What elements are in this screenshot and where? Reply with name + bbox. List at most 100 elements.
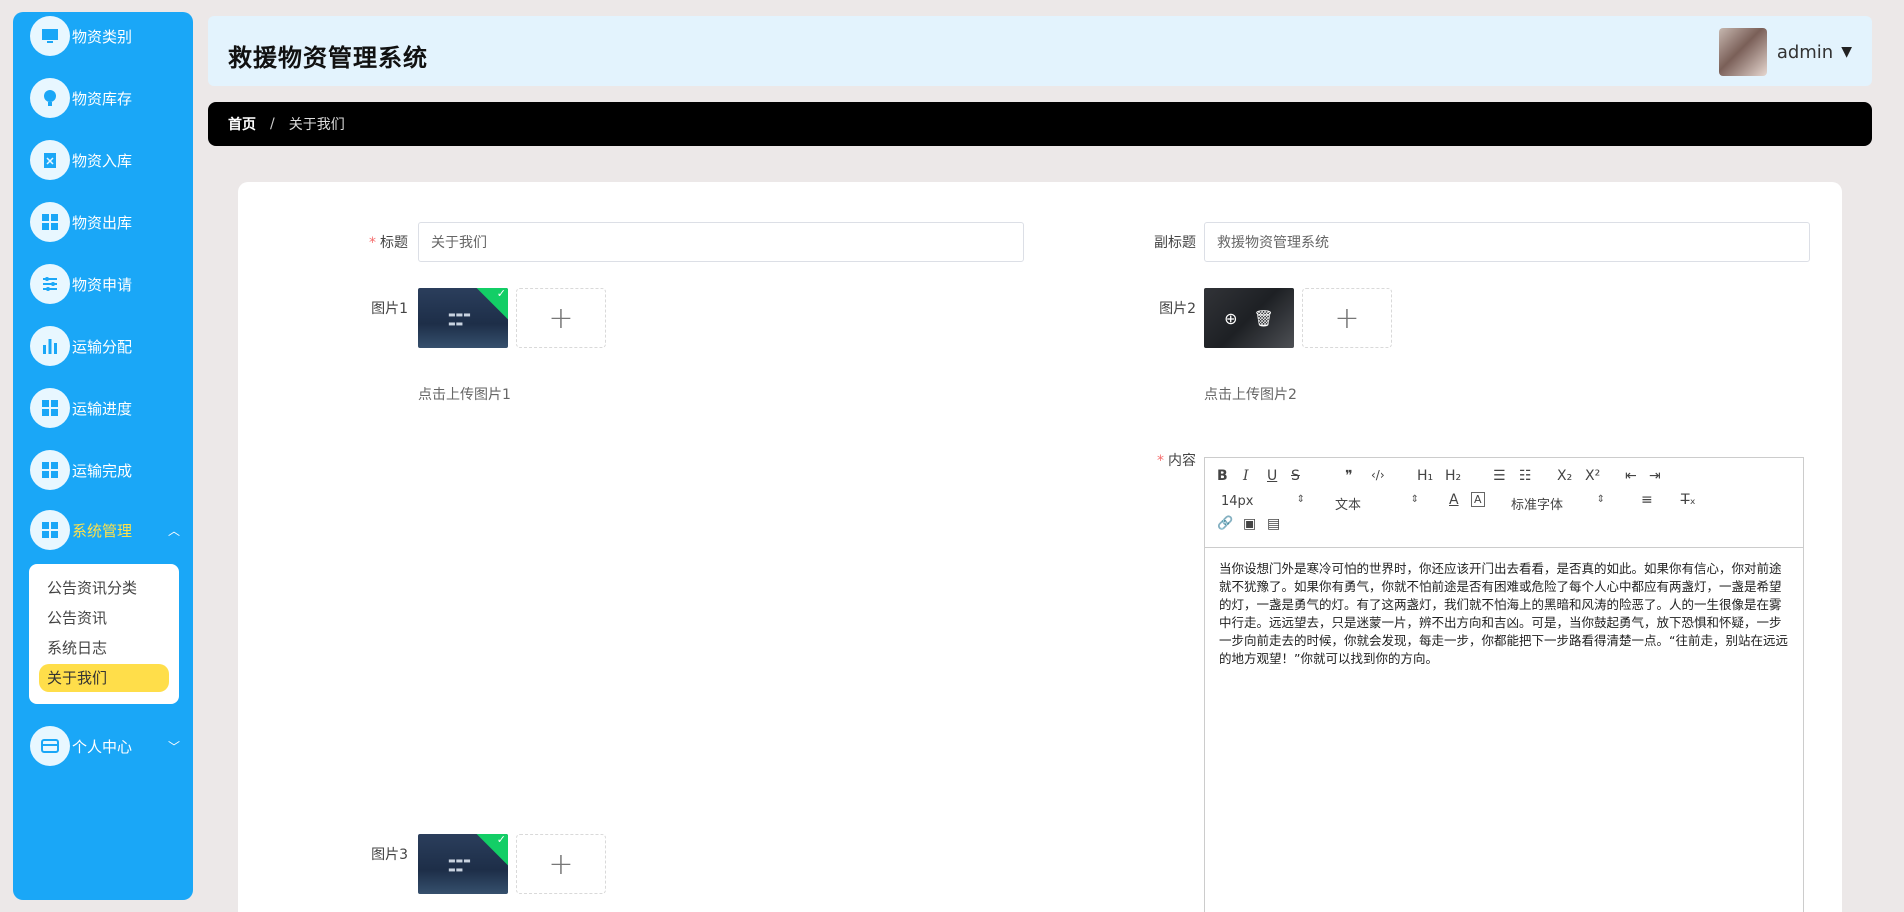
subtitle-input[interactable] <box>1204 222 1810 262</box>
breadcrumb-home[interactable]: 首页 <box>228 114 256 134</box>
title-label-text: 标题 <box>380 235 408 251</box>
breadcrumb-separator: / <box>270 116 275 132</box>
italic-button[interactable]: I <box>1243 468 1249 484</box>
sidebar-item-label: 运输分配 <box>72 337 133 356</box>
header-select[interactable]: 文本 ⇕ <box>1335 494 1419 513</box>
header-select-value: 文本 <box>1335 498 1362 513</box>
image3-thumbnail[interactable]: ▬▬▬ ▬▬ ✓ <box>418 834 508 894</box>
content-label-text: 内容 <box>1168 453 1196 469</box>
sub-item-notice[interactable]: 公告资讯 <box>39 604 169 632</box>
bulb-icon <box>30 78 70 118</box>
content-label: * 内容 <box>1118 450 1196 470</box>
sub-item-system-log[interactable]: 系统日志 <box>39 634 169 662</box>
sidebar-item-material-stock[interactable]: 物资库存 <box>30 76 190 120</box>
sidebar-item-label: 运输进度 <box>72 399 133 418</box>
sidebar-item-material-request[interactable]: 物资申请 <box>30 262 190 306</box>
font-color-button[interactable]: A <box>1449 492 1459 508</box>
plus-icon: + <box>548 300 574 336</box>
sidebar-item-label: 物资入库 <box>72 151 133 170</box>
chevron-up-icon: ︿ <box>167 524 180 538</box>
sidebar-item-label: 物资类别 <box>72 27 133 46</box>
image2-upload-button[interactable]: + <box>1302 288 1392 348</box>
subtitle-label: 副标题 <box>1154 235 1196 251</box>
h1-button[interactable]: H₁ <box>1417 468 1433 484</box>
form-panel: *标题 副标题 图片1 ▬▬▬▬▬ ✓ + 点击上传图片1 图片2 ⊕ 🗑 + … <box>238 182 1842 912</box>
indent-button[interactable]: ⇥ <box>1649 468 1661 484</box>
align-button[interactable]: ≡ <box>1641 492 1653 508</box>
grid-icon <box>30 388 70 428</box>
editor-toolbar: B I U S ❞ ‹/› H₁ H₂ ☰ ☷ X₂ X² ⇤ ⇥ 14px ⇕ … <box>1205 458 1803 548</box>
image2-hint: 点击上传图片2 <box>1204 387 1297 403</box>
font-select-value: 标准字体 <box>1511 498 1564 513</box>
sidebar-item-label: 物资出库 <box>72 213 133 232</box>
subscript-button[interactable]: X₂ <box>1557 468 1572 484</box>
superscript-button[interactable]: X² <box>1585 468 1600 484</box>
breadcrumb: 首页 / 关于我们 <box>208 102 1872 146</box>
caret-down-icon: ▼ <box>1841 44 1852 60</box>
sub-item-about-us[interactable]: 关于我们 <box>39 664 169 692</box>
image1-label: 图片1 <box>371 301 408 317</box>
sidebar-item-system-management[interactable]: 系统管理 ︿ <box>30 508 190 552</box>
link-button[interactable]: 🔗 <box>1217 516 1233 531</box>
bar-chart-icon <box>30 326 70 366</box>
sidebar-item-transport-progress[interactable]: 运输进度 <box>30 386 190 430</box>
background-color-button[interactable]: A <box>1471 492 1485 507</box>
user-menu[interactable]: admin ▼ <box>1718 28 1852 76</box>
sidebar-item-label: 运输完成 <box>72 461 133 480</box>
quote-button[interactable]: ❞ <box>1345 468 1353 484</box>
sidebar-item-personal-center[interactable]: 个人中心 ﹀ <box>30 724 190 768</box>
sub-item-notice-category[interactable]: 公告资讯分类 <box>39 574 169 602</box>
bullet-list-button[interactable]: ☷ <box>1519 468 1532 484</box>
font-select[interactable]: 标准字体 ⇕ <box>1511 494 1605 513</box>
size-select[interactable]: 14px ⇕ <box>1221 494 1305 509</box>
plus-icon: + <box>1334 300 1360 336</box>
zoom-in-icon[interactable]: ⊕ <box>1224 309 1237 328</box>
h2-button[interactable]: H₂ <box>1445 468 1461 484</box>
sub-menu: 公告资讯分类 公告资讯 系统日志 关于我们 <box>29 564 179 704</box>
strike-button[interactable]: S <box>1291 468 1300 484</box>
image-button[interactable]: ▣ <box>1243 516 1256 532</box>
image1-thumbnail[interactable]: ▬▬▬ ▬▬ ✓ <box>418 288 508 348</box>
image3-thumbnail-art: ▬▬▬ ▬▬ <box>448 856 471 874</box>
monitor-icon <box>30 16 70 56</box>
image2-label: 图片2 <box>1159 301 1196 317</box>
sidebar-item-label: 物资库存 <box>72 89 133 108</box>
select-arrow-icon: ⇕ <box>1410 494 1419 505</box>
image3-upload-button[interactable]: + <box>516 834 606 894</box>
clipboard-icon <box>30 140 70 180</box>
avatar <box>1718 28 1767 76</box>
grid-icon <box>30 450 70 490</box>
title-label: * 标题 <box>338 232 408 252</box>
breadcrumb-current: 关于我们 <box>288 117 345 133</box>
rich-text-editor: B I U S ❞ ‹/› H₁ H₂ ☰ ☷ X₂ X² ⇤ ⇥ 14px ⇕ … <box>1204 457 1804 912</box>
code-button[interactable]: ‹/› <box>1371 468 1385 482</box>
outdent-button[interactable]: ⇤ <box>1625 468 1637 484</box>
editor-content[interactable]: 当你设想门外是寒冷可怕的世界时，你还应该开门出去看看，是否真的如此。如果你有信心… <box>1205 548 1803 680</box>
image1-thumbnail-art: ▬▬▬ ▬▬ <box>448 310 471 328</box>
sidebar-item-material-outbound[interactable]: 物资出库 <box>30 200 190 244</box>
image1-upload-button[interactable]: + <box>516 288 606 348</box>
chevron-down-icon: ﹀ <box>167 740 180 754</box>
sidebar-item-transport-allocation[interactable]: 运输分配 <box>30 324 190 368</box>
sidebar-item-transport-complete[interactable]: 运输完成 <box>30 448 190 492</box>
ordered-list-button[interactable]: ☰ <box>1493 468 1506 484</box>
clear-format-button[interactable]: T̶ₓ <box>1681 492 1696 508</box>
sidebar-item-material-category[interactable]: 物资类别 <box>30 14 190 58</box>
sidebar-item-label: 系统管理 <box>72 521 133 540</box>
grid-icon <box>30 202 70 242</box>
title-input[interactable] <box>418 222 1024 262</box>
video-button[interactable]: ▤ <box>1267 516 1280 532</box>
header: 救援物资管理系统 admin ▼ <box>208 16 1872 86</box>
sidebar-item-material-inbound[interactable]: 物资入库 <box>30 138 190 182</box>
select-arrow-icon: ⇕ <box>1596 494 1605 505</box>
check-icon: ✓ <box>496 288 506 301</box>
bold-button[interactable]: B <box>1217 468 1228 484</box>
user-name: admin <box>1776 41 1834 63</box>
grid-icon <box>30 510 70 550</box>
card-icon <box>30 726 70 766</box>
underline-button[interactable]: U <box>1267 468 1277 484</box>
image2-thumbnail[interactable]: ⊕ 🗑 <box>1204 288 1294 348</box>
sliders-icon <box>30 264 70 304</box>
size-select-value: 14px <box>1221 494 1254 509</box>
delete-icon[interactable]: 🗑 <box>1254 309 1274 328</box>
